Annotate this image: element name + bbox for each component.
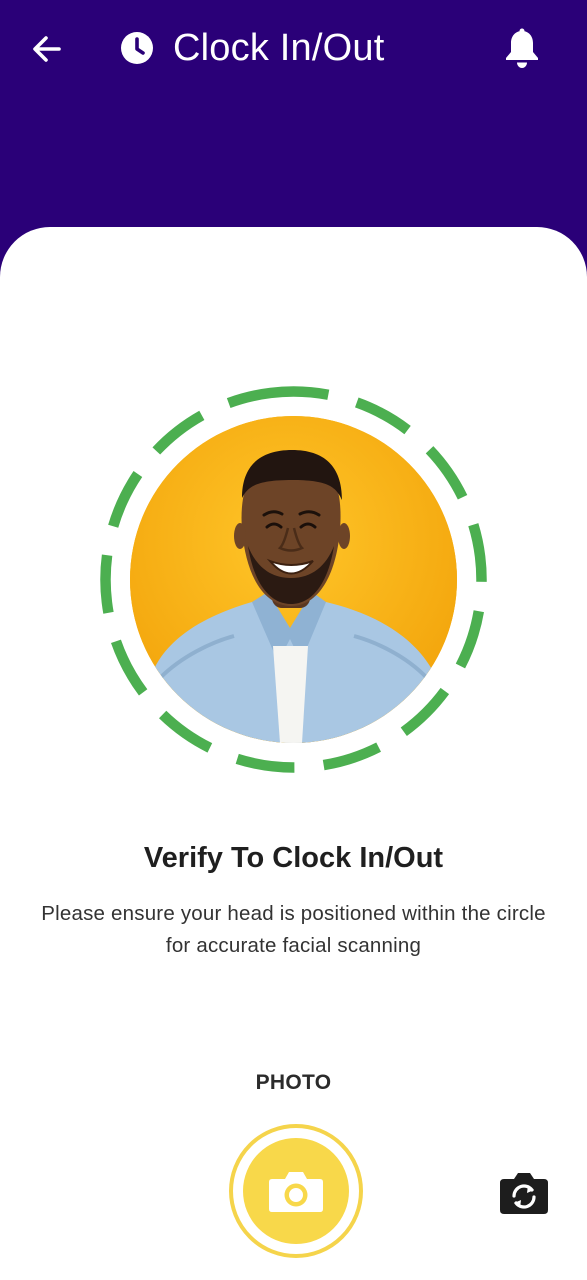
verify-title: Verify To Clock In/Out	[143, 842, 444, 874]
shutter-fill	[243, 1138, 349, 1244]
app-header: Clock In/Out	[0, 0, 587, 100]
arrow-left-icon	[33, 36, 61, 62]
person-photo	[130, 416, 457, 743]
bell-icon	[506, 28, 538, 68]
capture-mode-label[interactable]: PHOTO	[0, 1066, 587, 1100]
back-button[interactable]	[28, 30, 66, 68]
clock-icon	[121, 32, 153, 64]
capture-photo-button[interactable]	[229, 1124, 363, 1258]
clock-in-out-screen: Clock In/Out Verify To Clock In/Out Plea…	[0, 0, 587, 1280]
notifications-button[interactable]	[502, 27, 542, 71]
page-title: Clock In/Out	[173, 27, 385, 69]
camera-icon	[269, 1172, 323, 1212]
face-preview	[130, 416, 457, 743]
camera-switch-icon	[500, 1173, 548, 1214]
verify-instructions: Please ensure your head is positioned wi…	[41, 902, 546, 957]
switch-camera-button[interactable]	[498, 1170, 550, 1216]
